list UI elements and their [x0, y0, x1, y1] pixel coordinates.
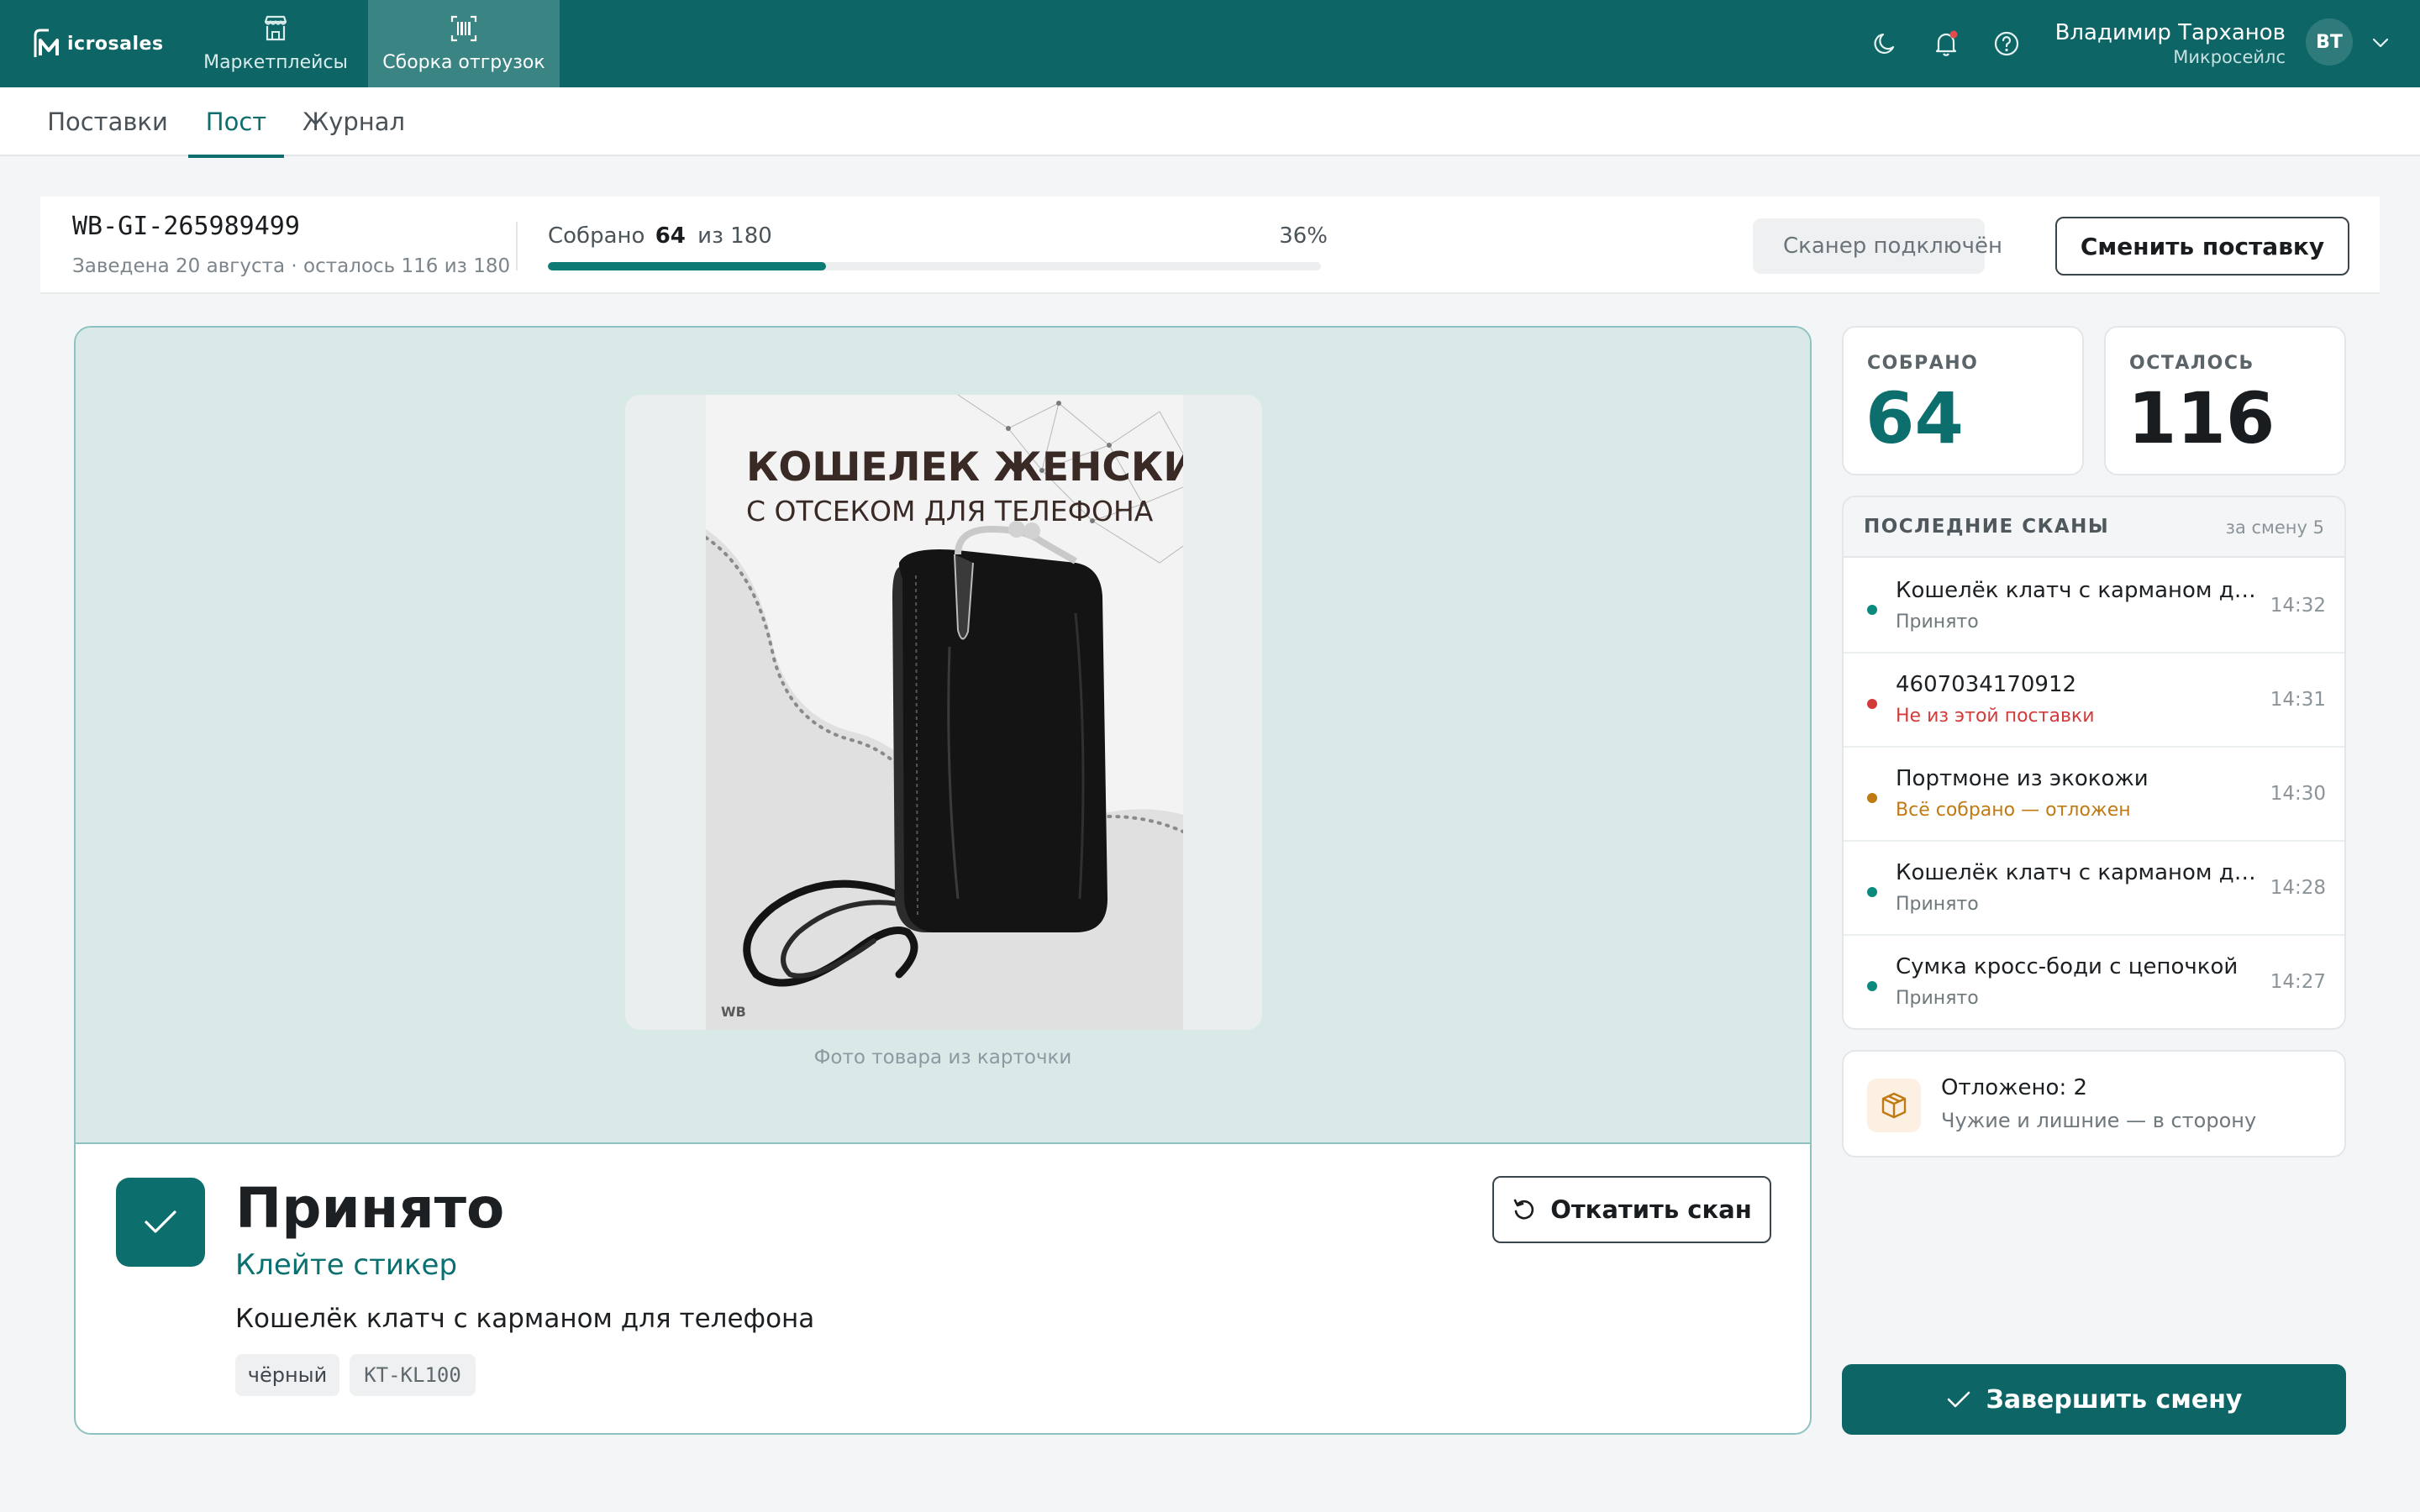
scan-status-dot	[1867, 981, 1877, 991]
scan-item-status: Всё собрано — отложен	[1896, 800, 2131, 821]
product-photo-frame: КОШЕЛЕК ЖЕНСКИЙ С ОТСЕКОМ ДЛЯ ТЕЛЕФОНА W…	[625, 395, 1262, 1030]
stat-remaining-value: 116	[2128, 377, 2275, 459]
recent-scans-title: ПОСЛЕДНИЕ СКАНЫ	[1864, 516, 2110, 538]
scan-status-dot	[1867, 605, 1877, 615]
avatar[interactable]: ВТ	[2306, 18, 2353, 66]
progress-prefix: Собрано	[548, 223, 645, 249]
supply-bar: WB-GI-265989499 Заведена 20 августа · ос…	[40, 197, 2380, 294]
topnav-assembly[interactable]: Сборка отгрузок	[368, 0, 560, 87]
stat-remaining: ОСТАЛОСЬ 116	[2104, 326, 2346, 475]
progress-label: Собрано 64 из 180	[548, 223, 772, 249]
progress-suffix: из 180	[697, 223, 772, 249]
scan-result-card: КОШЕЛЕК ЖЕНСКИЙ С ОТСЕКОМ ДЛЯ ТЕЛЕФОНА W…	[74, 326, 1812, 1435]
scan-item-time: 14:28	[2270, 877, 2326, 899]
scan-status-dot	[1867, 699, 1877, 709]
scanner-status-label: Сканер подключён	[1783, 234, 2003, 259]
scan-item-time: 14:27	[2270, 971, 2326, 993]
user-org: Микросейлс	[2173, 47, 2286, 67]
logo[interactable]: icrosales	[32, 24, 164, 64]
user-name[interactable]: Владимир Тарханов	[2055, 20, 2286, 45]
scan-item-status: Принято	[1896, 894, 1979, 915]
undo-icon	[1513, 1199, 1534, 1220]
scan-item-name: 4607034170912	[1896, 672, 2077, 697]
recent-scans-shift-count: за смену 5	[2225, 517, 2324, 538]
progress-percent: 36%	[1279, 223, 1328, 249]
scan-list-item[interactable]: 4607034170912 Не из этой поставки 14:31	[1844, 654, 2344, 748]
progress-bar	[548, 262, 1321, 270]
scan-item-status: Принято	[1896, 612, 1979, 633]
photo-title-line1: КОШЕЛЕК ЖЕНСКИЙ	[746, 444, 1183, 491]
stat-collected: СОБРАНО 64	[1842, 326, 2084, 475]
supply-meta: Заведена 20 августа · осталось 116 из 18…	[72, 255, 511, 277]
deferred-subtitle: Чужие и лишние — в сторону	[1941, 1109, 2257, 1132]
product-name: Кошелёк клатч с карманом для телефона	[235, 1304, 815, 1334]
photo-caption: Фото товара из карточки	[813, 1047, 1072, 1068]
product-photo-illustration: КОШЕЛЕК ЖЕНСКИЙ С ОТСЕКОМ ДЛЯ ТЕЛЕФОНА W…	[706, 395, 1183, 1030]
check-icon	[1947, 1391, 1970, 1408]
tag-sku: KT-KL100	[350, 1354, 476, 1396]
finish-shift-label: Завершить смену	[1986, 1384, 2243, 1415]
recent-scans-panel: ПОСЛЕДНИЕ СКАНЫ за смену 5 Кошелёк клатч…	[1842, 496, 2346, 1030]
bell-icon[interactable]	[1931, 29, 1961, 59]
topnav-marketplaces[interactable]: Маркетплейсы	[195, 0, 356, 87]
finish-shift-button[interactable]: Завершить смену	[1842, 1364, 2346, 1435]
scan-list-item[interactable]: Кошелёк клатч с карманом для телефона Пр…	[1844, 559, 2344, 654]
photo-title-line2: С ОТСЕКОМ ДЛЯ ТЕЛЕФОНА	[746, 495, 1154, 528]
scan-list-item[interactable]: Кошелёк клатч с карманом для телефона Пр…	[1844, 842, 2344, 936]
moon-icon[interactable]	[1870, 29, 1901, 59]
store-icon	[264, 15, 287, 41]
scan-status-instruction: Клейте стикер	[235, 1248, 458, 1282]
scan-status-title: Принято	[235, 1176, 505, 1241]
stat-remaining-label: ОСТАЛОСЬ	[2129, 353, 2254, 374]
tab-post[interactable]: Пост	[188, 87, 284, 158]
scan-list-item[interactable]: Портмоне из экокожи Всё собрано — отложе…	[1844, 748, 2344, 842]
recent-scans-header: ПОСЛЕДНИЕ СКАНЫ за смену 5	[1844, 497, 2344, 558]
scan-status-dot	[1867, 887, 1877, 897]
logo-text: icrosales	[67, 33, 164, 55]
scan-item-name: Кошелёк клатч с карманом для телефона	[1896, 860, 2257, 885]
progress-collected: 64	[655, 223, 686, 249]
scan-item-name: Кошелёк клатч с карманом для телефона	[1896, 578, 2257, 603]
barcode-scanner-icon	[450, 15, 477, 42]
rollback-scan-button[interactable]: Откатить скан	[1492, 1176, 1771, 1243]
scan-list-item[interactable]: Сумка кросс-боди с цепочкой Принято 14:2…	[1844, 936, 2344, 1028]
scan-status-dot	[1867, 793, 1877, 803]
topnav-marketplaces-label: Маркетплейсы	[203, 52, 348, 73]
sub-tabs: Поставки Пост Журнал	[0, 87, 2420, 158]
product-photo-area: КОШЕЛЕК ЖЕНСКИЙ С ОТСЕКОМ ДЛЯ ТЕЛЕФОНА W…	[76, 328, 1810, 1144]
progress-fill	[548, 262, 827, 270]
deferred-panel[interactable]: Отложено: 2 Чужие и лишние — в сторону	[1842, 1050, 2346, 1158]
change-supply-button[interactable]: Сменить поставку	[2055, 217, 2349, 276]
scanner-status: Сканер подключён	[1753, 218, 2002, 274]
top-bar: icrosales Маркетплейсы Сборка отгрузок В…	[0, 0, 2420, 87]
tab-supplies[interactable]: Поставки	[44, 87, 171, 156]
rollback-scan-label: Откатить скан	[1550, 1195, 1752, 1224]
check-icon	[145, 1210, 176, 1233]
deferred-title: Отложено: 2	[1941, 1075, 2088, 1100]
scan-item-name: Сумка кросс-боди с цепочкой	[1896, 954, 2238, 979]
help-icon[interactable]	[1991, 29, 2022, 59]
product-photo: КОШЕЛЕК ЖЕНСКИЙ С ОТСЕКОМ ДЛЯ ТЕЛЕФОНА W…	[706, 395, 1183, 1030]
photo-brand-mark: WB	[721, 1004, 746, 1020]
scan-item-time: 14:30	[2270, 783, 2326, 805]
scan-item-time: 14:31	[2270, 689, 2326, 711]
scan-item-status: Не из этой поставки	[1896, 706, 2095, 727]
tab-journal[interactable]: Журнал	[299, 87, 408, 156]
divider	[516, 222, 518, 270]
topnav-assembly-label: Сборка отгрузок	[382, 52, 545, 73]
status-check-badge	[116, 1178, 205, 1267]
package-icon-badge	[1867, 1079, 1921, 1132]
logo-m-icon	[34, 29, 59, 57]
stat-collected-value: 64	[1865, 377, 1964, 459]
scan-item-name: Портмоне из экокожи	[1896, 766, 2149, 791]
package-icon	[1881, 1092, 1907, 1119]
supply-code: WB-GI-265989499	[72, 212, 300, 241]
chevron-down-icon[interactable]	[2370, 34, 2391, 52]
scan-item-status: Принято	[1896, 988, 1979, 1009]
scan-item-time: 14:32	[2270, 595, 2326, 617]
tag-color: чёрный	[235, 1354, 339, 1396]
stat-collected-label: СОБРАНО	[1867, 353, 1979, 374]
